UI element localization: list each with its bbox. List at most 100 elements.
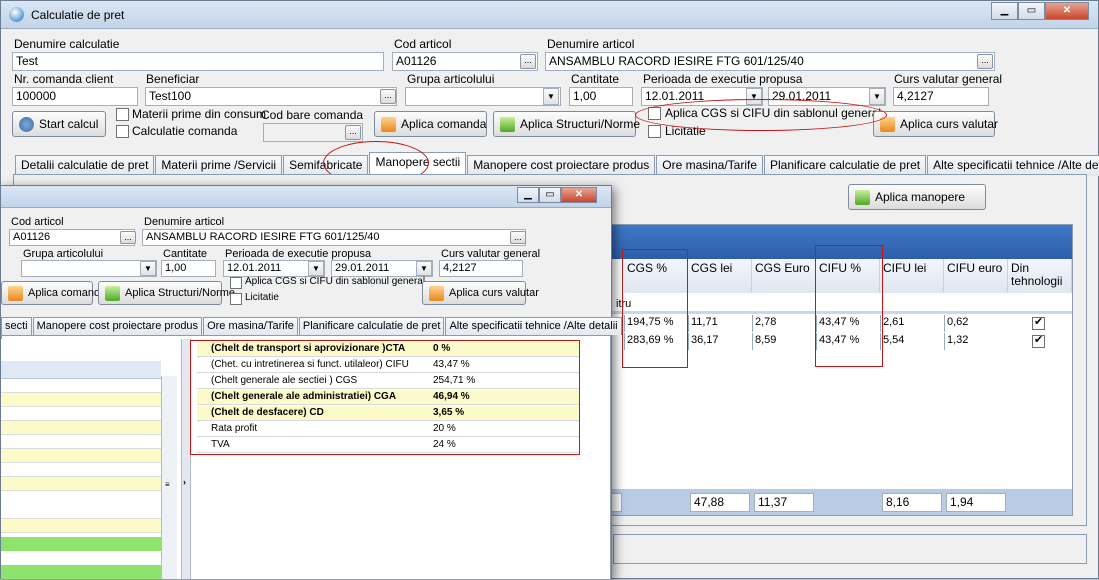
cod-bare-browse-button[interactable]: ...	[345, 125, 361, 140]
overlay-minimize-button[interactable]: ▁	[517, 187, 539, 203]
tab-ore-masina[interactable]: Ore masina/Tarife	[203, 317, 298, 335]
nr-comanda-input[interactable]: 100000	[12, 87, 138, 106]
tab-manopere-cost[interactable]: Manopere cost proiectare produs	[32, 317, 203, 335]
list-item[interactable]	[1, 519, 161, 533]
total-cgs-lei: 47,88	[690, 493, 750, 512]
overlay-tabs: secti Manopere cost proiectare produs Or…	[1, 317, 623, 335]
list-item[interactable]	[1, 463, 161, 477]
total-cifu-euro: 1,94	[946, 493, 1006, 512]
aplica-structuri-button[interactable]: Aplica Structuri/Norme	[98, 281, 235, 305]
perioada-to-calendar-icon[interactable]: ▼	[416, 261, 432, 276]
aplica-structuri-button[interactable]: Aplica Structuri/Norme	[493, 111, 640, 137]
curs-input[interactable]: 4,2127	[893, 87, 989, 106]
cod-articol-browse-button[interactable]: ...	[120, 231, 136, 244]
header-cgs-lei[interactable]: CGS lei	[688, 259, 752, 293]
perioada-from-calendar-icon[interactable]: ▼	[308, 261, 324, 276]
list-item[interactable]	[1, 477, 161, 491]
tab-detalii[interactable]: Detalii calculatie de pret	[15, 155, 155, 176]
aplica-manopere-button[interactable]: Aplica manopere	[848, 184, 986, 210]
curs-input[interactable]: 4,2127	[439, 260, 523, 277]
beneficiar-input[interactable]: Test100	[145, 87, 397, 106]
tab-alte-specificatii[interactable]: Alte specificatii tehnice /Alte detalii	[927, 155, 1099, 176]
minimize-button[interactable]: ▁	[991, 2, 1018, 20]
aplica-curs-button[interactable]: Aplica curs valutar	[873, 111, 998, 137]
grupa-chevron-down-icon[interactable]: ▼	[543, 88, 559, 105]
cod-articol-input[interactable]: A01126	[392, 52, 538, 71]
cell-cgs-euro: 2,78	[752, 315, 778, 332]
aplica-curs-button[interactable]: Aplica curs valutar	[422, 281, 539, 305]
overlay-maximize-button[interactable]: ▭	[539, 187, 561, 203]
header-cgs-euro[interactable]: CGS Euro	[752, 259, 816, 293]
main-tabs: Detalii calculatie de pret Materii prime…	[15, 152, 1099, 176]
cod-articol-browse-button[interactable]: ...	[520, 54, 536, 69]
beneficiar-label: Beneficiar	[146, 72, 200, 86]
list-item[interactable]	[1, 449, 161, 463]
licitatie-checkbox[interactable]	[230, 293, 242, 305]
cantitate-label: Cantitate	[163, 248, 208, 260]
maximize-button[interactable]: ▭	[1018, 2, 1045, 20]
materii-label: Materii prime din consum	[132, 107, 267, 121]
apply-icon	[381, 116, 396, 132]
denumire-articol-browse-button[interactable]: ...	[510, 231, 526, 244]
apply-icon	[429, 285, 444, 301]
perioada-to-calendar-icon[interactable]: ▼	[869, 88, 885, 105]
din-tehnologii-checkbox[interactable]	[1032, 315, 1045, 330]
grupa-chevron-down-icon[interactable]: ▼	[140, 261, 156, 276]
cantitate-input[interactable]: 1,00	[569, 87, 633, 106]
tab-manopere-cost[interactable]: Manopere cost proiectare produs	[467, 155, 656, 176]
cantitate-input[interactable]: 1,00	[161, 260, 216, 277]
tab-planificare[interactable]: Planificare calculatie de pret	[764, 155, 927, 176]
list-item[interactable]	[1, 407, 161, 421]
highlight-ellipse-aplica-cgs	[635, 99, 887, 131]
header-din-tehnologii[interactable]: Din tehnologii	[1008, 259, 1072, 293]
vertical-scrollbar[interactable]: ≡	[161, 376, 177, 579]
list-item[interactable]	[1, 565, 161, 579]
list-item[interactable]	[1, 393, 161, 407]
denumire-articol-input[interactable]: ANSAMBLU RACORD IESIRE FTG 601/125/40	[142, 229, 526, 246]
aplica-comanda-button[interactable]: Aplica comanda	[1, 281, 106, 305]
list-item[interactable]	[1, 421, 161, 435]
title-bar: Calculatie de pret ▁ ▭ ✕	[1, 1, 1098, 29]
highlight-box-cifu	[815, 245, 883, 367]
cell-cgs-lei: 11,71	[688, 315, 720, 332]
licitatie-checkbox[interactable]	[648, 125, 661, 138]
tab-ore-masina[interactable]: Ore masina/Tarife	[656, 155, 763, 176]
header-cifu-euro[interactable]: CIFU euro	[944, 259, 1008, 293]
denumire-articol-browse-button[interactable]: ...	[977, 54, 993, 69]
list-item[interactable]	[1, 537, 161, 551]
grip-icon: ≡	[165, 480, 170, 489]
din-tehnologii-checkbox[interactable]	[1032, 333, 1045, 348]
nr-comanda-label: Nr. comanda client	[14, 72, 114, 86]
tab-alte-specificatii[interactable]: Alte specificatii tehnice /Alte detalii	[445, 317, 622, 335]
tab-sectii[interactable]: secti	[1, 317, 32, 335]
cell-cifu-lei: 2,61	[880, 315, 906, 332]
cod-articol-input[interactable]: A01126	[9, 229, 135, 246]
cell-cgs-lei: 36,17	[688, 333, 721, 350]
apply-icon	[105, 285, 120, 301]
materii-checkbox[interactable]	[116, 108, 129, 121]
grupa-select[interactable]	[21, 260, 157, 277]
aplica-cgs-checkbox[interactable]	[230, 277, 242, 289]
close-button[interactable]: ✕	[1045, 2, 1089, 20]
calculatie-checkbox[interactable]	[116, 125, 129, 138]
list-item[interactable]	[1, 379, 161, 393]
denumire-calculatie-label: Denumire calculatie	[14, 37, 120, 51]
overlay-left-grid	[1, 339, 161, 579]
overlay-close-button[interactable]: ✕	[561, 187, 597, 203]
denumire-articol-input[interactable]: ANSAMBLU RACORD IESIRE FTG 601/125/40	[545, 52, 995, 71]
list-item[interactable]	[1, 435, 161, 449]
window-title: Calculatie de pret	[31, 8, 125, 22]
total-cgs-euro: 11,37	[754, 493, 814, 512]
header-cifu-lei[interactable]: CIFU lei	[880, 259, 944, 293]
list-item[interactable]	[1, 505, 161, 519]
aplica-comanda-button[interactable]: Aplica comanda	[374, 111, 487, 137]
beneficiar-browse-button[interactable]: ...	[380, 89, 396, 104]
tab-materii[interactable]: Materii prime /Servicii	[155, 155, 283, 176]
tab-planificare[interactable]: Planificare calculatie de pret	[298, 317, 445, 335]
overlay-window: ▁ ▭ ✕ Cod articol A01126 ... Denumire ar…	[0, 185, 622, 580]
grupa-select[interactable]	[405, 87, 561, 106]
curs-label: Curs valutar general	[894, 72, 1003, 86]
start-calcul-button[interactable]: Start calcul	[12, 111, 106, 137]
denumire-calculatie-input[interactable]: Test	[12, 52, 384, 71]
grupa-label: Grupa articolului	[23, 248, 104, 260]
